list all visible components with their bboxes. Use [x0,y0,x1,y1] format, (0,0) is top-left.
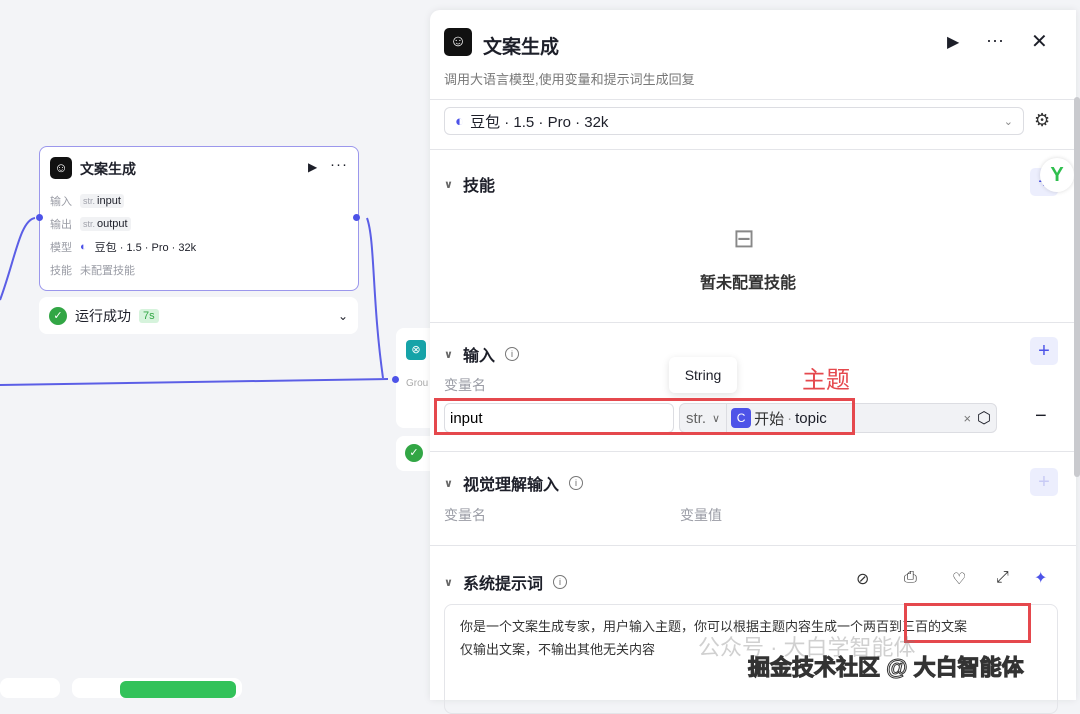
run-icon[interactable]: ▶ [308,160,317,174]
column-label-name: 变量名 [444,375,486,395]
panel-description: 调用大语言模型,使用变量和提示词生成回复 [444,69,695,88]
type-tooltip: String [669,357,737,393]
duration-badge: 7s [139,309,159,323]
info-icon[interactable]: i [553,575,567,589]
variable-picker-icon[interactable]: ⬡ [977,408,991,428]
row-value: 未配置技能 [80,262,135,278]
doubao-icon: ◐ [455,113,464,130]
clear-icon[interactable]: × [963,411,971,426]
add-vision-input-button[interactable]: + [1030,468,1058,496]
system-prompt-section-header[interactable]: ∨ 系统提示词 i [444,570,567,594]
canvas-toolbar[interactable] [72,678,242,698]
divider [430,545,1076,546]
row-value: input [97,195,121,207]
type-tag: str. [83,196,95,206]
empty-skills-text: 暂未配置技能 [700,269,796,293]
juejin-watermark: 掘金技术社区 @ 大白智能体 [748,650,1024,682]
annotation-box [434,398,855,435]
canvas-toolbar-item[interactable] [0,678,60,698]
chevron-down-icon: ∨ [444,348,453,361]
row-label: 输出 [50,216,72,232]
divider [430,99,1076,100]
model-value: 豆包 · 1.5 · Pro · 32k [470,111,608,132]
input-port[interactable] [36,214,43,221]
column-label-name: 变量名 [444,505,486,525]
prompt-library-icon[interactable]: ⎙ [904,569,917,587]
group-label: Grou [406,378,428,389]
input-section-header[interactable]: ∨ 输入 i [444,342,519,366]
type-tag: str. [83,219,95,229]
gear-icon[interactable]: ⚙ [1034,110,1050,131]
section-title: 系统提示词 [463,570,543,594]
node-title: 文案生成 [80,159,136,179]
skills-section-header[interactable]: ∨ 技能 [444,172,495,196]
row-value: output [97,218,128,230]
chevron-down-icon: ∨ [444,477,453,490]
annotation-box [904,603,1031,643]
node-row-input: 输入 str.input [50,193,124,209]
bot-icon: ☺ [50,157,72,179]
vision-section-header[interactable]: ∨ 视觉理解输入 i [444,471,583,495]
section-title: 输入 [463,342,495,366]
chevron-down-icon[interactable]: ⌄ [338,309,348,323]
node-row-output: 输出 str.output [50,216,131,232]
empty-inbox-icon: ⊟ [733,223,755,254]
info-icon[interactable]: i [569,476,583,490]
doubao-icon: ◐ [80,241,87,253]
ai-sparkle-icon[interactable]: ✦ [1034,568,1047,588]
row-label: 输入 [50,193,72,209]
check-icon: ✓ [49,307,67,325]
annotation-label: 主题 [802,360,850,395]
row-label: 模型 [50,239,72,255]
expand-icon[interactable]: ⤢ [996,569,1009,587]
add-input-button[interactable]: + [1030,337,1058,365]
status-text: 运行成功 [75,306,131,326]
node-config-panel: ☺ 文案生成 ▶ ··· ✕ 调用大语言模型,使用变量和提示词生成回复 ◐ 豆包… [430,10,1076,700]
bot-icon: ☺ [444,28,472,56]
panel-title: 文案生成 [483,32,559,59]
row-value: 豆包 · 1.5 · Pro · 32k [95,239,196,255]
remove-input-button[interactable]: − [1035,405,1047,428]
section-title: 技能 [463,172,495,196]
more-icon[interactable]: ··· [330,156,348,173]
divider [430,451,1076,452]
run-status-bar[interactable]: ✓ 运行成功 7s ⌄ [39,297,358,334]
run-icon[interactable]: ▶ [947,32,959,52]
panel-scrollbar[interactable] [1074,97,1080,477]
chevron-down-icon: ∨ [444,178,453,191]
model-select[interactable]: ◐ 豆包 · 1.5 · Pro · 32k ⌄ [444,107,1024,135]
llm-node-card[interactable]: ☺ 文案生成 ▶ ··· 输入str.input 输出str.output 模型… [39,146,359,291]
compass-icon[interactable]: ⊘ [856,569,869,589]
divider [430,322,1076,323]
input-port[interactable] [392,376,399,383]
edge-connections [0,0,430,690]
lightbulb-icon[interactable]: ♡ [952,569,966,589]
output-port[interactable] [353,214,360,221]
check-icon: ✓ [405,444,423,462]
chevron-down-icon: ⌄ [1004,115,1013,128]
assistant-float-icon[interactable]: Y [1040,158,1074,192]
section-title: 视觉理解输入 [463,471,559,495]
more-icon[interactable]: ··· [986,30,1004,51]
divider [430,149,1076,150]
variable-icon: ⊗ [406,340,426,360]
row-label: 技能 [50,262,72,278]
info-icon[interactable]: i [505,347,519,361]
node-row-model: 模型 ◐ 豆包 · 1.5 · Pro · 32k [50,239,196,255]
column-label-value: 变量值 [680,505,722,525]
node-row-skills: 技能未配置技能 [50,262,135,278]
close-icon[interactable]: ✕ [1031,29,1048,54]
chevron-down-icon: ∨ [444,576,453,589]
